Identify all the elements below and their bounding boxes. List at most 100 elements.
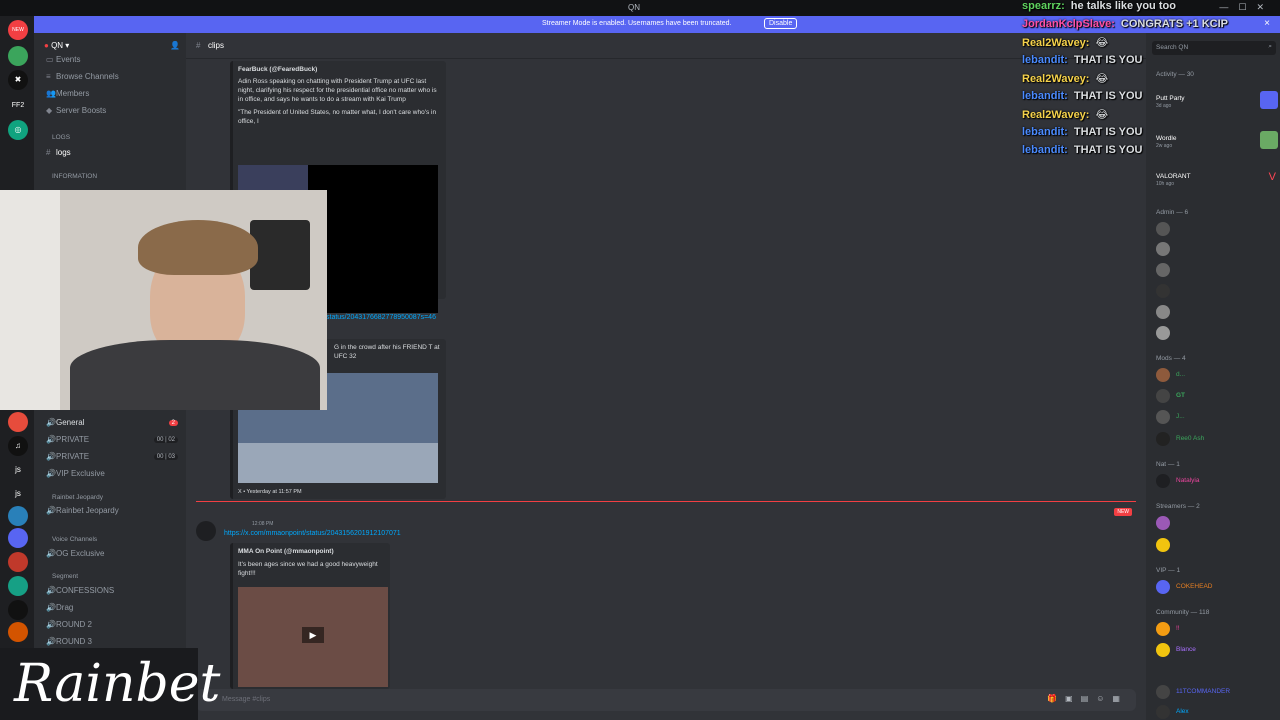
member-row[interactable] — [1154, 537, 1274, 553]
members-icon: 👥 — [46, 89, 56, 98]
member-name: Natalyia — [1176, 477, 1200, 484]
channel-label: Server Boosts — [56, 106, 107, 115]
member-row[interactable]: COKEHEAD — [1154, 579, 1274, 595]
vip-header[interactable]: VIP — 1 — [1156, 567, 1180, 574]
composer-placeholder[interactable]: Message #clips — [222, 696, 270, 703]
speaker-icon: 🔊 — [46, 506, 56, 515]
server-icon[interactable] — [8, 622, 28, 642]
boost-icon: ◆ — [46, 106, 53, 115]
overlay-user: Real2Wavey: — [1022, 73, 1090, 85]
overlay-msg: THAT IS YOU — [1073, 90, 1143, 102]
disable-button[interactable]: Disable — [764, 18, 798, 29]
channel-label: Events — [56, 55, 81, 64]
embed-author[interactable]: FearBuck (@FearedBuck) — [238, 66, 441, 73]
member-row[interactable]: GT — [1154, 388, 1274, 404]
server-icon[interactable]: js — [8, 484, 28, 504]
channel-boosts[interactable]: ◆ Server Boosts — [46, 106, 106, 115]
member-row[interactable]: J... — [1154, 409, 1274, 425]
member-row[interactable] — [1154, 262, 1274, 278]
play-icon[interactable]: ▶ — [302, 627, 324, 643]
channel-private-2[interactable]: 🔊PRIVATE — [46, 452, 89, 461]
speaker-icon: 🔊 — [46, 418, 56, 427]
member-row[interactable]: 11TCOMMANDER — [1154, 684, 1274, 700]
member-row[interactable]: Alex — [1154, 704, 1274, 720]
server-icon[interactable]: js — [8, 460, 28, 480]
member-row[interactable] — [1154, 304, 1274, 320]
channel-confessions[interactable]: 🔊CONFESSIONS — [46, 586, 114, 595]
member-row[interactable] — [1154, 283, 1274, 299]
server-title: QN — [51, 41, 64, 50]
channel-label: Members — [56, 89, 90, 98]
embed-author[interactable]: MMA On Point (@mmaonpoint) — [238, 548, 385, 555]
mods-header[interactable]: Mods — 4 — [1156, 355, 1186, 362]
member-row[interactable] — [1154, 221, 1274, 237]
speaker-icon: 🔊 — [46, 586, 56, 595]
channel-general[interactable]: 🔊General — [46, 418, 84, 427]
admin-header[interactable]: Admin — 6 — [1156, 209, 1188, 216]
overlay-msg: THAT IS YOU — [1073, 144, 1143, 156]
server-icon[interactable] — [8, 528, 28, 548]
member-row[interactable]: Natalyia — [1154, 473, 1274, 489]
category-jeopardy[interactable]: Rainbet Jeopardy — [52, 494, 103, 501]
member-row[interactable]: d... — [1154, 367, 1274, 383]
server-icon[interactable]: ◎ — [8, 120, 28, 140]
streamers-header[interactable]: Streamers — 2 — [1156, 503, 1200, 510]
member-row[interactable] — [1154, 325, 1274, 341]
member-row[interactable] — [1154, 515, 1274, 531]
avatar[interactable] — [196, 521, 216, 541]
channel-private-1[interactable]: 🔊PRIVATE — [46, 435, 89, 444]
add-member-icon[interactable]: 👤 — [170, 41, 180, 50]
channel-members[interactable]: 👥Members — [46, 89, 89, 98]
category-information[interactable]: INFORMATION — [52, 173, 97, 180]
server-icon[interactable] — [8, 506, 28, 526]
server-ff2[interactable]: FF2 — [8, 96, 28, 116]
server-icon[interactable] — [8, 412, 28, 432]
tweet-link[interactable]: https://x.com/mmaonpoint/status/20431562… — [224, 530, 401, 537]
member-row[interactable] — [1154, 241, 1274, 257]
channel-jeopardy[interactable]: 🔊Rainbet Jeopardy — [46, 506, 119, 515]
channel-round-2[interactable]: 🔊ROUND 2 — [46, 620, 92, 629]
category-voice[interactable]: Voice Channels — [52, 536, 97, 543]
overlay-user: JordanKclpSlave: — [1022, 18, 1115, 30]
channel-label: Rainbet Jeopardy — [56, 506, 119, 515]
server-icon[interactable]: ✖ — [8, 70, 28, 90]
banner-message: Streamer Mode is enabled. Usernames have… — [542, 20, 732, 27]
server-icon[interactable]: ♫ — [8, 436, 28, 456]
channel-round-3[interactable]: 🔊ROUND 3 — [46, 637, 92, 646]
server-new[interactable]: NEW — [8, 20, 28, 40]
category-segment[interactable]: Segment — [52, 573, 78, 580]
embed-video[interactable]: ▶ — [238, 587, 388, 687]
server-icon[interactable] — [8, 46, 28, 66]
community-header[interactable]: Community — 118 — [1156, 609, 1209, 616]
avatar — [1156, 432, 1170, 446]
channel-logs[interactable]: # logs — [46, 148, 71, 157]
embed-footer: X • Yesterday at 11:57 PM — [238, 489, 302, 495]
message-composer[interactable]: + Message #clips 🎁▣▤☺▦ — [196, 689, 1136, 711]
server-icon[interactable] — [8, 552, 28, 572]
avatar — [1156, 222, 1170, 236]
category-logs[interactable]: LOGS — [52, 134, 70, 141]
member-row[interactable]: Blance — [1154, 642, 1274, 658]
avatar — [1156, 622, 1170, 636]
server-icon[interactable] — [8, 600, 28, 620]
window-title: QN — [628, 3, 640, 12]
channel-vip[interactable]: 🔊VIP Exclusive — [46, 469, 105, 478]
member-name: J... — [1176, 413, 1185, 420]
channel-events[interactable]: ▭ Events — [46, 55, 80, 64]
member-row[interactable]: Ree0 Ash — [1154, 431, 1274, 447]
channel-browse[interactable]: ≡ Browse Channels — [46, 72, 119, 81]
activity-item[interactable]: VALORANT 10h ago V — [1154, 169, 1276, 187]
server-name[interactable]: ● QN ▾ — [44, 41, 69, 50]
server-icon[interactable] — [8, 576, 28, 596]
overlay-msg: 😂 — [1095, 73, 1109, 85]
channel-og[interactable]: 🔊OG Exclusive — [46, 549, 104, 558]
webcam-overlay — [0, 190, 327, 410]
browse-icon: ≡ — [46, 72, 51, 81]
tweet-link[interactable]: status/2043176682778950087s=46 — [326, 314, 436, 321]
member-row[interactable]: !! — [1154, 621, 1274, 637]
channel-drag[interactable]: 🔊Drag — [46, 603, 73, 612]
composer-tools-icon[interactable]: 🎁▣▤☺▦ — [1047, 694, 1128, 703]
member-name: Ree0 Ash — [1176, 435, 1205, 442]
avatar — [1156, 284, 1170, 298]
nat-header[interactable]: Nat — 1 — [1156, 461, 1180, 468]
